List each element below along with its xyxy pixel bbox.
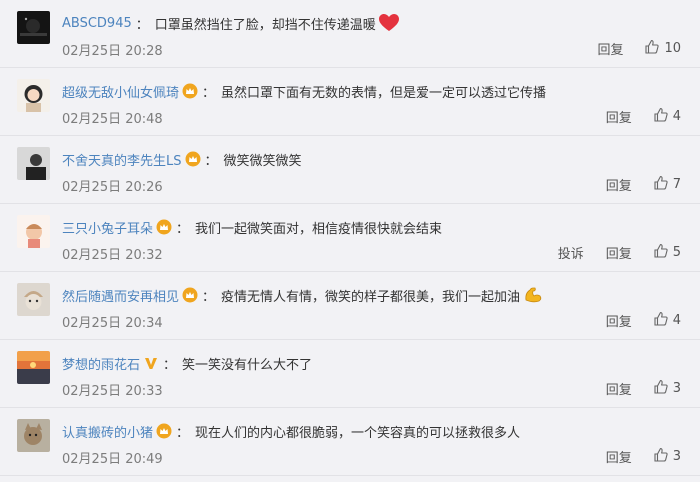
comment-text: 口罩虽然挡住了脸，却挡不住传递温暖 <box>154 17 376 33</box>
comment-item: 然后随遇而安再相见 ： 疫情无情人有情，微笑的样子都很美，我们一起加油 02月25日 … <box>0 272 700 340</box>
username-link[interactable]: 梦想的雨花石 <box>62 354 140 373</box>
like-button[interactable]: 3 <box>654 447 681 466</box>
reply-button[interactable]: 回复 <box>606 175 632 194</box>
thumbs-up-icon <box>645 39 664 58</box>
thumbs-up-icon <box>654 379 673 398</box>
reply-button[interactable]: 回复 <box>606 243 632 262</box>
thumbs-up-icon <box>654 447 673 466</box>
comment-line: 认真搬砖的小猪 ： 现在人们的内心都很脆弱，一个笑容真的可以拯救很多人 <box>62 421 680 441</box>
comment-line: 不舍天真的李先生LS ： 微笑微笑微笑 <box>62 149 680 169</box>
reply-button[interactable]: 回复 <box>597 39 623 58</box>
thumbs-up-icon <box>654 243 673 262</box>
like-count: 3 <box>672 380 681 396</box>
like-button[interactable]: 5 <box>654 243 681 262</box>
username-link[interactable]: 认真搬砖的小猪 <box>62 422 153 441</box>
comment-timestamp: 02月25日 20:48 <box>62 112 163 127</box>
comment-actions: 回复 4 <box>584 106 681 126</box>
comment-actions: 回复 10 <box>575 38 681 58</box>
username-link[interactable]: 然后随遇而安再相见 <box>62 286 179 305</box>
comment-line: ABSCD945： 口罩虽然挡住了脸，却挡不住传递温暖 <box>62 13 680 33</box>
avatar[interactable] <box>17 419 50 452</box>
comment-line: 三只小兔子耳朵 ： 我们一起微笑面对，相信疫情很快就会结束 <box>62 217 680 237</box>
red-heart-icon <box>378 13 399 33</box>
like-button[interactable]: 10 <box>645 39 681 58</box>
reply-button[interactable]: 回复 <box>606 107 632 126</box>
comment-timestamp: 02月25日 20:32 <box>62 248 163 263</box>
comment-actions: 回复 4 <box>584 310 681 330</box>
colon-separator: ： <box>202 85 216 101</box>
like-count: 10 <box>664 40 681 56</box>
thumbs-up-icon <box>654 311 673 330</box>
avatar[interactable] <box>17 79 50 112</box>
username-link[interactable]: 三只小兔子耳朵 <box>62 218 153 237</box>
comment-timestamp: 02月25日 20:34 <box>62 316 163 331</box>
comment-line: 梦想的雨花石 ： 笑一笑没有什么大不了 <box>62 353 680 373</box>
comment-text: 我们一起微笑面对，相信疫情很快就会结束 <box>195 221 443 237</box>
like-count: 7 <box>672 176 681 192</box>
like-button[interactable]: 3 <box>654 379 681 398</box>
comment-timestamp: 02月25日 20:49 <box>62 452 163 467</box>
comment-timestamp: 02月25日 20:26 <box>62 180 163 195</box>
username-link[interactable]: ABSCD945 <box>62 16 132 31</box>
comment-list: ABSCD945：口罩虽然挡住了脸，却挡不住传递温暖 02月25日 20:28 回复… <box>0 0 700 482</box>
comment-text: 微笑微笑微笑 <box>223 153 302 169</box>
comment-line: 超级无敌小仙女佩琦 ： 虽然口罩下面有无数的表情，但是爱一定可以透过它传播 <box>62 81 680 101</box>
thumbs-up-icon <box>654 175 673 194</box>
colon-separator: ： <box>176 425 190 441</box>
comment-text: 虽然口罩下面有无数的表情，但是爱一定可以透过它传播 <box>221 85 547 101</box>
reply-button[interactable]: 回复 <box>606 311 632 330</box>
comment-item: 超级无敌小仙女佩琦 ： 虽然口罩下面有无数的表情，但是爱一定可以透过它传播 02月25… <box>0 68 700 136</box>
comment-line: 然后随遇而安再相见 ： 疫情无情人有情，微笑的样子都很美，我们一起加油 <box>62 285 680 305</box>
reply-button[interactable]: 回复 <box>606 379 632 398</box>
comment-timestamp: 02月25日 20:28 <box>62 44 163 59</box>
avatar[interactable] <box>17 351 50 384</box>
like-button[interactable]: 4 <box>654 107 681 126</box>
like-button[interactable]: 4 <box>654 311 681 330</box>
colon-separator: ： <box>176 221 190 237</box>
comment-actions: 回复 3 <box>584 378 681 398</box>
comment-item: 三只小兔子耳朵 ： 我们一起微笑面对，相信疫情很快就会结束 02月25日 20:32 投… <box>0 204 700 272</box>
colon-separator: ： <box>135 17 149 33</box>
like-count: 4 <box>672 108 681 124</box>
colon-separator: ： <box>163 357 177 373</box>
like-count: 5 <box>672 244 681 260</box>
comment-text: 疫情无情人有情，微笑的样子都很美，我们一起加油 <box>221 289 521 305</box>
like-count: 3 <box>672 448 681 464</box>
comment-item: 认真搬砖的小猪 ： 现在人们的内心都很脆弱，一个笑容真的可以拯救很多人 02月25日 … <box>0 408 700 476</box>
crown-badge-icon <box>156 219 172 235</box>
verified-v-icon <box>143 355 159 371</box>
crown-badge-icon <box>182 83 198 99</box>
crown-badge-icon <box>182 287 198 303</box>
comment-actions: 回复 3 <box>584 446 681 466</box>
comment-actions: 投诉 回复 5 <box>536 242 681 262</box>
avatar[interactable] <box>17 147 50 180</box>
reply-button[interactable]: 回复 <box>606 447 632 466</box>
avatar[interactable] <box>17 11 50 44</box>
crown-badge-icon <box>156 423 172 439</box>
comment-timestamp: 02月25日 20:33 <box>62 384 163 399</box>
comment-item: 不舍天真的李先生LS ： 微笑微笑微笑 02月25日 20:26 回复 7 <box>0 136 700 204</box>
avatar[interactable] <box>17 215 50 248</box>
flexed-biceps-icon <box>523 285 543 305</box>
colon-separator: ： <box>204 153 218 169</box>
comment-text: 笑一笑没有什么大不了 <box>182 357 313 373</box>
like-button[interactable]: 7 <box>654 175 681 194</box>
report-button[interactable]: 投诉 <box>558 243 584 262</box>
thumbs-up-icon <box>654 107 673 126</box>
like-count: 4 <box>672 312 681 328</box>
comment-item: 梦想的雨花石 ： 笑一笑没有什么大不了 02月25日 20:33 回复 3 <box>0 340 700 408</box>
avatar[interactable] <box>17 283 50 316</box>
comment-actions: 回复 7 <box>584 174 681 194</box>
comment-item: ABSCD945： 口罩虽然挡住了脸，却挡不住传递温暖 02月25日 20:28 回复… <box>0 0 700 68</box>
comment-text: 现在人们的内心都很脆弱，一个笑容真的可以拯救很多人 <box>195 425 521 441</box>
crown-badge-icon <box>185 151 201 167</box>
username-link[interactable]: 超级无敌小仙女佩琦 <box>62 82 179 101</box>
username-link[interactable]: 不舍天真的李先生LS <box>62 150 182 169</box>
colon-separator: ： <box>202 289 216 305</box>
